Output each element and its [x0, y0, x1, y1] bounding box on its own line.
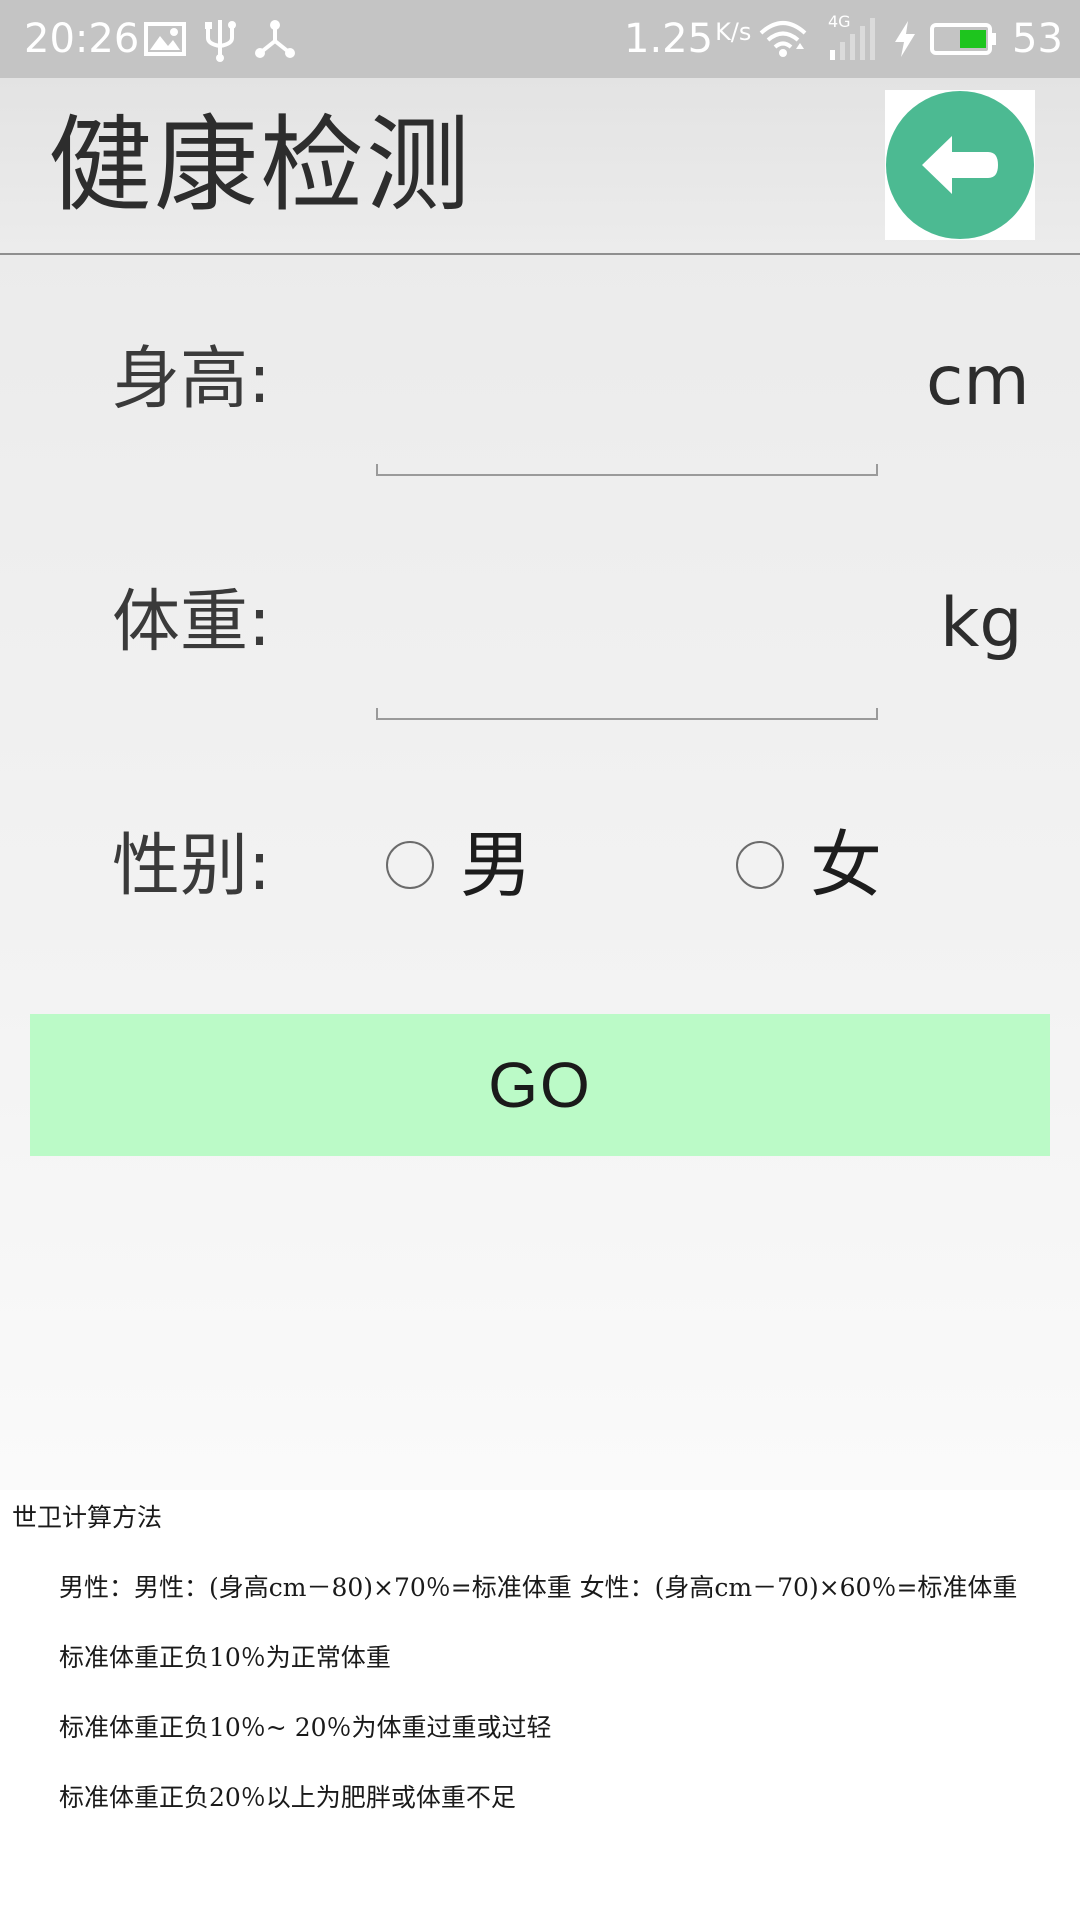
height-input-edge — [376, 464, 378, 476]
back-circle — [886, 91, 1034, 239]
speed-unit: K/s — [715, 18, 752, 46]
toolbar: 健康检测 — [0, 78, 1080, 255]
height-unit: cm — [926, 342, 1030, 421]
radio-female-label: 女 — [810, 823, 883, 907]
back-button[interactable] — [885, 90, 1035, 240]
network-speed: 1.25 K/s — [624, 16, 752, 62]
weight-input[interactable] — [376, 648, 878, 720]
weight-input-edge — [876, 708, 878, 720]
page-title: 健康检测 — [48, 104, 473, 226]
signal-icon: 4G — [826, 0, 876, 78]
radio-male[interactable]: 男 — [386, 820, 532, 910]
info-section: 世卫计算方法 男性：男性：(身高cm－80)×70％=标准体重 女性：(身高cm… — [0, 1490, 1080, 1920]
height-label: 身高: — [112, 340, 271, 419]
info-line-formula: 男性：男性：(身高cm－80)×70％=标准体重 女性：(身高cm－70)×60… — [59, 1573, 1018, 1602]
height-input-edge — [876, 464, 878, 476]
height-input[interactable] — [376, 404, 878, 476]
info-line-normal: 标准体重正负10％为正常体重 — [59, 1643, 391, 1672]
battery-icon — [930, 0, 998, 78]
wifi-icon — [758, 0, 808, 78]
share-hub-icon — [254, 0, 296, 78]
radio-female[interactable]: 女 — [736, 820, 882, 910]
app-content: 健康检测 身高: cm 体重: kg 性别: 男 女 GO — [0, 78, 1080, 1490]
charging-icon — [892, 0, 918, 78]
usb-icon — [204, 0, 236, 78]
status-time: 20:26 — [24, 16, 140, 62]
weight-input-edge — [376, 708, 378, 720]
radio-circle[interactable] — [386, 841, 434, 889]
info-line-obese: 标准体重正负20％以上为肥胖或体重不足 — [59, 1783, 516, 1812]
battery-percent: 53 — [1012, 16, 1063, 62]
status-bar: 20:26 1.25 K/s 4G 53 — [0, 0, 1080, 78]
gender-label: 性别: — [112, 827, 271, 906]
radio-male-label: 男 — [460, 823, 533, 907]
weight-unit: kg — [940, 584, 1023, 663]
arrow-left-icon — [922, 136, 998, 194]
weight-label: 体重: — [112, 583, 271, 662]
info-line-overweight: 标准体重正负10％~ 20％为体重过重或过轻 — [59, 1713, 552, 1742]
go-button[interactable]: GO — [30, 1014, 1050, 1156]
image-icon — [144, 0, 186, 78]
info-title: 世卫计算方法 — [12, 1503, 163, 1532]
radio-circle[interactable] — [736, 841, 784, 889]
